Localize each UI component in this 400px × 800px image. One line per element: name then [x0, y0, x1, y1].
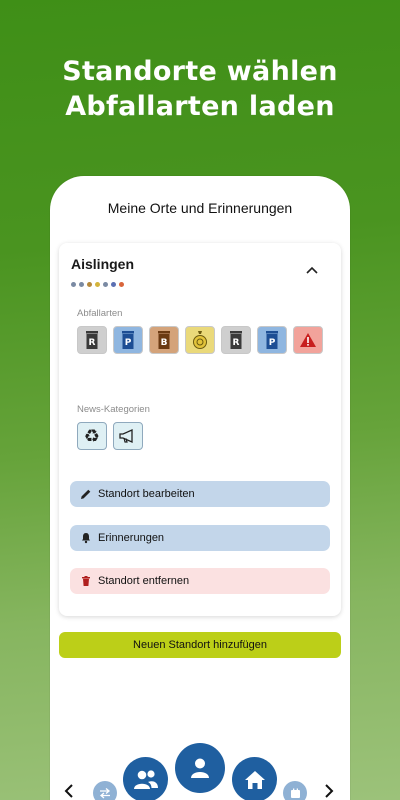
- svg-text:R: R: [89, 338, 96, 348]
- nav-home-button[interactable]: [232, 757, 277, 800]
- waste-color-dot: [103, 282, 108, 287]
- chevron-up-icon[interactable]: [305, 265, 319, 275]
- add-location-button[interactable]: Neuen Standort hinzufügen: [59, 632, 341, 658]
- nav-locations-button[interactable]: [123, 757, 168, 800]
- svg-text:P: P: [125, 338, 132, 348]
- reminders-label: Erinnerungen: [98, 532, 165, 544]
- restmuell-large-bin-icon[interactable]: R: [221, 326, 251, 354]
- papier-large-bin-icon[interactable]: P: [257, 326, 287, 354]
- bio-bin-icon[interactable]: B: [149, 326, 179, 354]
- svg-text:P: P: [269, 338, 276, 348]
- papier-bin-icon[interactable]: P: [113, 326, 143, 354]
- nav-switch-button[interactable]: [93, 781, 117, 800]
- svg-text:R: R: [233, 338, 240, 348]
- waste-color-dot: [111, 282, 116, 287]
- edit-location-button[interactable]: Standort bearbeiten: [70, 481, 330, 507]
- page-title: Meine Orte und Erinnerungen: [107, 200, 293, 216]
- waste-color-dot: [119, 282, 124, 287]
- calendar-icon: [290, 788, 300, 798]
- nav-calendar-button[interactable]: [283, 781, 307, 800]
- bottom-navigation: [0, 740, 400, 800]
- waste-color-dot: [71, 282, 76, 287]
- swap-arrows-icon: [99, 788, 111, 799]
- restmuell-bin-icon[interactable]: R: [77, 326, 107, 354]
- phone-frame: Meine Orte und Erinnerungen Aislingen Ab…: [50, 176, 350, 800]
- news-categories-list: ♻: [77, 422, 327, 450]
- bell-icon: [82, 533, 90, 544]
- users-icon: [133, 769, 158, 789]
- headline-line-1: Standorte wählen: [62, 56, 338, 87]
- remove-location-button[interactable]: Standort entfernen: [70, 568, 330, 594]
- recycle-icon[interactable]: ♻: [77, 422, 107, 450]
- pencil-icon: [81, 489, 91, 499]
- waste-color-dot: [87, 282, 92, 287]
- gelber-sack-icon[interactable]: [185, 326, 215, 354]
- waste-color-dot: [79, 282, 84, 287]
- svg-text:B: B: [161, 338, 168, 348]
- edit-location-label: Standort bearbeiten: [98, 488, 195, 500]
- remove-location-label: Standort entfernen: [98, 575, 190, 587]
- waste-types-label: Abfallarten: [77, 308, 123, 319]
- waste-color-dot: [95, 282, 100, 287]
- location-card: Aislingen Abfallarten R P B R P News-Kategor…: [59, 243, 341, 616]
- waste-types-list: RPBRP: [77, 326, 327, 354]
- reminders-button[interactable]: Erinnerungen: [70, 525, 330, 551]
- nav-profile-button[interactable]: [175, 743, 225, 793]
- waste-color-dots: [71, 282, 124, 287]
- user-icon: [191, 758, 209, 778]
- headline-line-2: Abfallarten laden: [65, 91, 335, 122]
- headline: Standorte wählen Abfallarten laden: [0, 54, 400, 124]
- location-name: Aislingen: [71, 256, 135, 272]
- warning-icon[interactable]: [293, 326, 323, 354]
- home-icon: [244, 770, 265, 789]
- chevron-right-icon[interactable]: [323, 784, 335, 798]
- megaphone-icon[interactable]: [113, 422, 143, 450]
- chevron-left-icon[interactable]: [63, 784, 75, 798]
- news-categories-label: News-Kategorien: [77, 404, 150, 415]
- trash-icon: [82, 576, 90, 586]
